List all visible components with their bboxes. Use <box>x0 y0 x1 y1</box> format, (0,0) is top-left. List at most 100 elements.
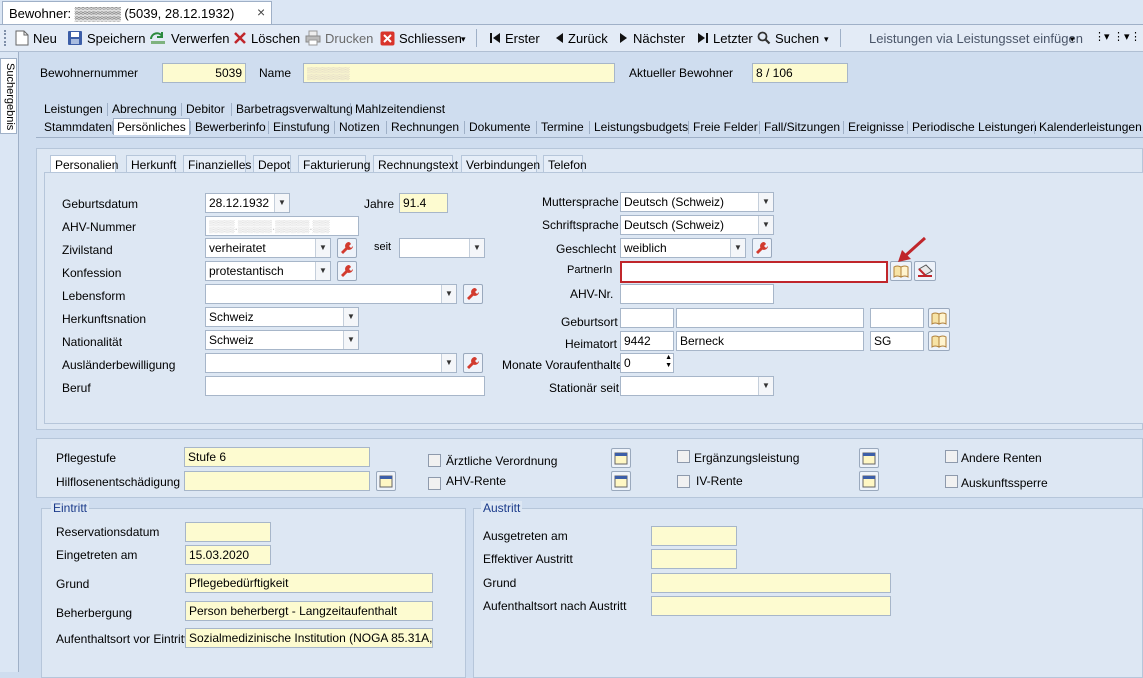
tab-barbetragsverwaltung[interactable]: Barbetragsverwaltung <box>236 102 353 116</box>
tab-abrechnung[interactable]: Abrechnung <box>112 102 177 116</box>
tab-leistungsbudgets[interactable]: Leistungsbudgets <box>594 120 688 134</box>
other-pension-checkbox[interactable] <box>945 450 958 463</box>
subtab-fakturierung[interactable]: Fakturierung <box>298 155 370 173</box>
iv-pension-calendar-button[interactable] <box>859 471 879 491</box>
gender-select[interactable]: weiblich ▼ <box>620 238 746 258</box>
tab-fall-sitzungen[interactable]: Fall/Sitzungen <box>764 120 840 134</box>
tab-einstufung[interactable]: Einstufung <box>273 120 330 134</box>
new-button[interactable]: Neu <box>15 28 57 48</box>
last-button[interactable]: Letzter <box>697 28 753 48</box>
name-field[interactable]: ▒▒▒▒▒ <box>303 63 615 83</box>
housing-field[interactable]: Person beherbergt - Langzeitaufenthalt <box>185 601 433 621</box>
permit-wrench-button[interactable] <box>463 353 483 373</box>
since-select[interactable]: ▼ <box>399 238 485 258</box>
next-button[interactable]: Nächster <box>619 28 685 48</box>
reservation-field[interactable] <box>185 522 271 542</box>
service-set-button[interactable]: Leistungen via Leistungsset einfügen <box>869 28 1083 48</box>
tab-bewerberinfo[interactable]: Bewerberinfo <box>195 120 266 134</box>
subtab-depot[interactable]: Depot <box>253 155 291 173</box>
ahv-nr-field[interactable] <box>620 284 774 304</box>
hometown-book-button[interactable] <box>928 331 950 351</box>
months-spinner[interactable]: 0 ▲ ▼ <box>620 353 674 373</box>
subtab-rechnungstext[interactable]: Rechnungstext <box>373 155 458 173</box>
back-button[interactable]: Zurück <box>554 28 608 48</box>
tab-ereignisse[interactable]: Ereignisse <box>848 120 904 134</box>
left-field[interactable] <box>651 526 737 546</box>
tab-periodische-leistungen[interactable]: Periodische Leistungen <box>912 120 1037 134</box>
hometown-zip-field[interactable]: 9442 <box>620 331 674 351</box>
supplement-checkbox[interactable] <box>677 450 690 463</box>
written-language-select[interactable]: Deutsch (Schweiz) ▼ <box>620 215 774 235</box>
chevron-down-icon[interactable]: ▼ <box>758 193 773 211</box>
birthplace-city-field[interactable] <box>676 308 864 328</box>
tab-close-icon[interactable]: × <box>257 4 265 20</box>
toolbar-overflow-icon-2[interactable]: ▾ <box>824 34 829 45</box>
supplement-calendar-button[interactable] <box>859 448 879 468</box>
ahv-pension-calendar-button[interactable] <box>611 471 631 491</box>
chevron-down-icon[interactable]: ▼ <box>441 285 456 303</box>
chevron-down-icon[interactable]: ▼ <box>441 354 456 372</box>
tab-kalenderleistungen[interactable]: Kalenderleistungen <box>1039 120 1142 134</box>
resident-number-field[interactable]: 5039 <box>162 63 246 83</box>
info-block-checkbox[interactable] <box>945 475 958 488</box>
toolbar-overflow-icon-5[interactable]: ⋮▾ <box>1113 30 1130 43</box>
tab-termine[interactable]: Termine <box>541 120 584 134</box>
save-button[interactable]: Speichern <box>67 28 146 48</box>
birthplace-zip-field[interactable] <box>620 308 674 328</box>
care-level-field[interactable]: Stufe 6 <box>184 447 370 467</box>
ahv-number-field[interactable]: ▒▒▒.▒▒▒▒.▒▒▒▒.▒▒ <box>205 216 359 236</box>
spinner-arrows-icon[interactable]: ▲ ▼ <box>665 354 672 370</box>
first-button[interactable]: Erster <box>489 28 540 48</box>
tab-rechnungen[interactable]: Rechnungen <box>391 120 459 134</box>
toolbar-overflow-icon-6[interactable]: ⋮ <box>1130 30 1141 43</box>
birthdate-picker[interactable]: 28.12.1932 ▼ <box>205 193 290 213</box>
job-field[interactable] <box>205 376 485 396</box>
chevron-down-icon[interactable]: ▼ <box>730 239 745 257</box>
toolbar-overflow-icon[interactable]: ▾ <box>461 34 466 45</box>
chevron-down-icon[interactable]: ▼ <box>469 239 484 257</box>
residence-after-field[interactable] <box>651 596 891 616</box>
helpless-calendar-button[interactable] <box>376 471 396 491</box>
chevron-down-icon[interactable]: ▼ <box>315 239 330 257</box>
gender-wrench-button[interactable] <box>752 238 772 258</box>
medical-order-checkbox[interactable] <box>428 454 441 467</box>
hometown-city-field[interactable]: Berneck <box>676 331 864 351</box>
permit-select[interactable]: ▼ <box>205 353 457 373</box>
tab-mahlzeitendienst[interactable]: Mahlzeitendienst <box>355 102 445 116</box>
subtab-telefon[interactable]: Telefon <box>543 155 587 173</box>
entry-reason-field[interactable]: Pflegebedürftigkeit <box>185 573 433 593</box>
chevron-down-icon[interactable]: ▼ <box>343 331 358 349</box>
nationality-select[interactable]: Schweiz ▼ <box>205 330 359 350</box>
chevron-down-icon[interactable]: ▼ <box>758 216 773 234</box>
birthplace-canton-field[interactable] <box>870 308 924 328</box>
residence-before-field[interactable]: Sozialmedizinische Institution (NOGA 85.… <box>185 628 433 648</box>
tab-persönliches[interactable]: Persönliches <box>113 118 190 135</box>
document-tab[interactable]: Bewohner: ▒▒▒▒▒ (5039, 28.12.1932) × <box>2 1 272 24</box>
partner-field[interactable] <box>620 261 888 283</box>
chevron-down-icon[interactable]: ▼ <box>315 262 330 280</box>
tab-leistungen[interactable]: Leistungen <box>44 102 103 116</box>
subtab-herkunft[interactable]: Herkunft <box>126 155 176 173</box>
hometown-canton-field[interactable]: SG <box>870 331 924 351</box>
print-button[interactable]: Drucken <box>305 28 373 48</box>
exit-reason-field[interactable] <box>651 573 891 593</box>
mother-tongue-select[interactable]: Deutsch (Schweiz) ▼ <box>620 192 774 212</box>
side-tab-search-results[interactable]: Suchergebnis <box>0 58 17 134</box>
confession-wrench-button[interactable] <box>337 261 357 281</box>
effective-exit-field[interactable] <box>651 549 737 569</box>
search-button[interactable]: Suchen <box>757 28 819 48</box>
inpatient-select[interactable]: ▼ <box>620 376 774 396</box>
tab-debitor[interactable]: Debitor <box>186 102 225 116</box>
chevron-down-icon[interactable]: ▼ <box>758 377 773 395</box>
helpless-field[interactable] <box>184 471 370 491</box>
confession-select[interactable]: protestantisch ▼ <box>205 261 331 281</box>
lifestyle-select[interactable]: ▼ <box>205 284 457 304</box>
ahv-pension-checkbox[interactable] <box>428 477 441 490</box>
tab-dokumente[interactable]: Dokumente <box>469 120 530 134</box>
medical-order-calendar-button[interactable] <box>611 448 631 468</box>
civil-status-select[interactable]: verheiratet ▼ <box>205 238 331 258</box>
tab-notizen[interactable]: Notizen <box>339 120 380 134</box>
subtab-verbindungen[interactable]: Verbindungen <box>461 155 540 173</box>
civil-status-wrench-button[interactable] <box>337 238 357 258</box>
origin-nation-select[interactable]: Schweiz ▼ <box>205 307 359 327</box>
